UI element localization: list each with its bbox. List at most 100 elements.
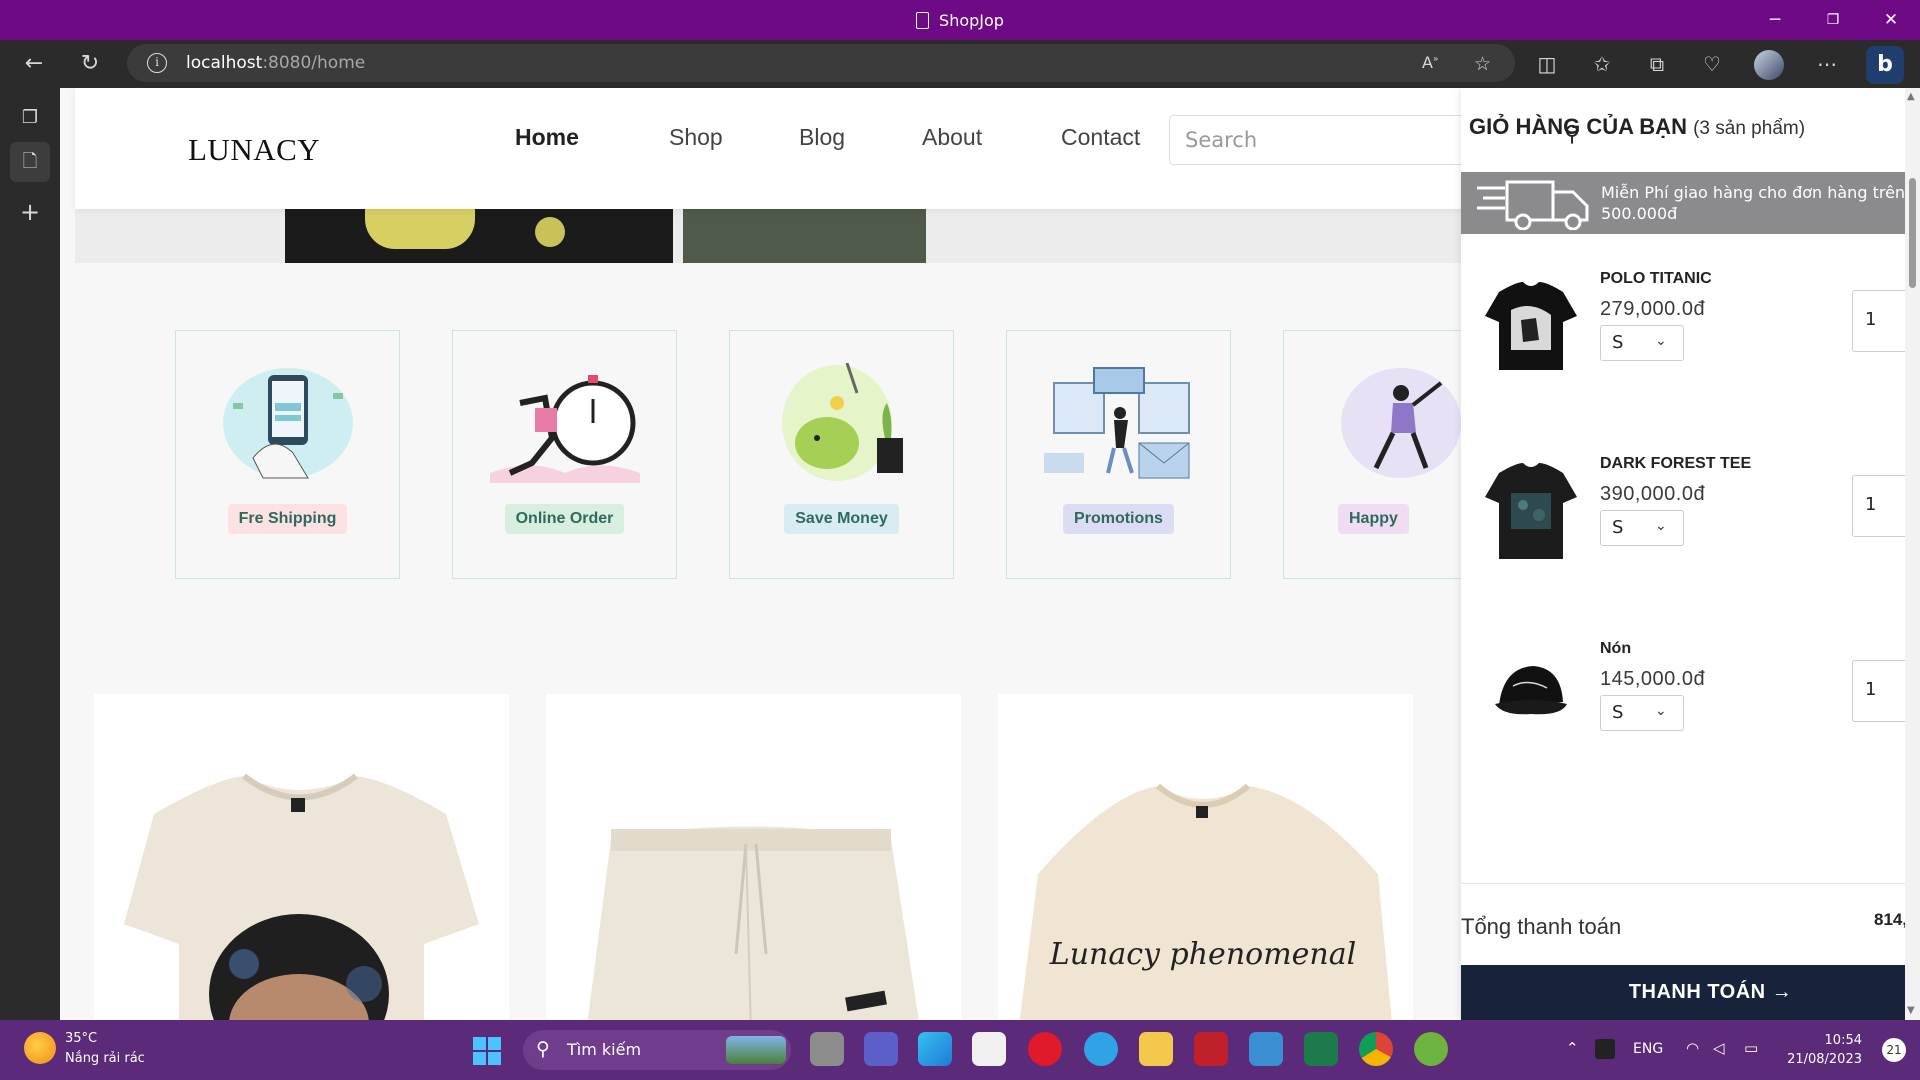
scrollbar-thumb[interactable] — [1909, 178, 1916, 288]
search-input[interactable]: Search — [1169, 115, 1499, 165]
feature-card-save-money[interactable]: Save Money — [729, 330, 954, 579]
scroll-up-arrow-icon[interactable]: ▲ — [1907, 91, 1915, 102]
taskbar-search[interactable]: ⚲ Tìm kiếm — [523, 1030, 791, 1070]
file-explorer-icon[interactable] — [1139, 1032, 1173, 1066]
weather-icon[interactable] — [24, 1032, 56, 1064]
cart-item-name: Nón — [1600, 640, 1632, 657]
search-icon: ⚲ — [536, 1038, 550, 1060]
arrow-right-icon: → — [1771, 981, 1793, 1003]
mcafee-icon[interactable] — [1194, 1032, 1228, 1066]
hero-banner — [75, 209, 1465, 263]
nav-blog[interactable]: Blog — [799, 124, 845, 151]
feature-label: Promotions — [1063, 504, 1174, 534]
feature-card-online-order[interactable]: Online Order — [452, 330, 677, 579]
messenger-icon[interactable] — [1084, 1032, 1118, 1066]
page-viewport: LUNACY Home Shop Blog About Contact Sear… — [60, 88, 1920, 1020]
favorite-star-icon[interactable]: ☆ — [1474, 53, 1491, 75]
size-select[interactable]: S ⌄ — [1600, 695, 1684, 731]
cart-item-price: 390,000.0đ — [1600, 483, 1706, 505]
chrome-icon[interactable] — [1359, 1032, 1393, 1066]
free-shipping-banner: Miễn Phí giao hàng cho đơn hàng trên 500.… — [1461, 172, 1920, 234]
feature-card-promotions[interactable]: Promotions — [1006, 330, 1231, 579]
tab-actions-icon[interactable]: ❐ — [10, 98, 50, 138]
delivery-truck-icon — [1477, 180, 1589, 230]
chevron-down-icon: ⌄ — [1655, 518, 1667, 534]
tray-app-icon[interactable] — [1595, 1039, 1615, 1059]
feature-label: Fre Shipping — [227, 504, 348, 534]
battery-icon[interactable]: ▭ — [1744, 1039, 1758, 1057]
spring-tool-icon[interactable] — [1414, 1032, 1448, 1066]
language-indicator[interactable]: ENG — [1633, 1041, 1663, 1057]
weather-description[interactable]: Nắng rải rác — [65, 1051, 145, 1066]
wifi-icon[interactable]: ◠ — [1686, 1039, 1699, 1057]
url-text[interactable]: localhost:8080/home — [186, 53, 365, 73]
refresh-icon[interactable]: ↻ — [74, 48, 106, 80]
hero-image-right — [683, 209, 926, 263]
product-image-graphic-tee — [124, 773, 479, 1020]
shipping-illustration — [223, 368, 353, 479]
profile-avatar[interactable] — [1754, 50, 1784, 80]
close-window-button[interactable]: ✕ — [1862, 0, 1920, 40]
size-select[interactable]: S ⌄ — [1600, 325, 1684, 361]
cart-item-image — [1485, 282, 1577, 370]
search-highlight-image — [726, 1036, 786, 1064]
checkout-button[interactable]: THANH TOÁN → — [1461, 965, 1920, 1020]
new-tab-plus-icon[interactable]: + — [10, 192, 50, 232]
browser-essentials-icon[interactable]: ♡ — [1696, 48, 1728, 80]
cart-item: DARK FOREST TEE 390,000.0đ S ⌄ 1 — [1461, 455, 1920, 605]
edge-icon[interactable] — [918, 1032, 952, 1066]
piggy-bank-illustration — [782, 363, 903, 481]
product-card[interactable] — [546, 694, 961, 1020]
address-bar[interactable]: i localhost:8080/home A» ☆ — [127, 44, 1515, 82]
app-icon[interactable] — [1249, 1032, 1283, 1066]
site-info-icon[interactable]: i — [147, 53, 167, 73]
nav-home[interactable]: Home — [515, 124, 579, 151]
hero-image-left — [285, 209, 673, 263]
split-screen-icon[interactable]: ◫ — [1531, 48, 1563, 80]
site-logo[interactable]: LUNACY — [188, 132, 320, 168]
quantity-input[interactable]: 1 — [1852, 290, 1908, 352]
product-card[interactable] — [94, 694, 509, 1020]
product-image-lunacy-sweatshirt: Lunacy phenomenal — [1019, 783, 1392, 1020]
app-icon[interactable] — [1304, 1032, 1338, 1066]
search-icon[interactable]: ⚲ — [1564, 122, 1580, 147]
taskbar-clock[interactable]: 10:54 21/08/2023 — [1772, 1031, 1862, 1069]
cart-item-price: 145,000.0đ — [1600, 668, 1706, 690]
window-title: ShopJop — [0, 10, 1920, 30]
teams-icon[interactable] — [864, 1032, 898, 1066]
page-scrollbar[interactable]: ▲ ▼ — [1905, 88, 1920, 1020]
scroll-down-arrow-icon[interactable]: ▼ — [1907, 1005, 1915, 1016]
minimize-button[interactable]: ─ — [1746, 0, 1804, 40]
windows-start-icon[interactable] — [473, 1037, 501, 1065]
more-options-icon[interactable]: ⋯ — [1811, 48, 1843, 80]
tab-shopjop[interactable]: 🗋 — [10, 142, 50, 182]
nav-contact[interactable]: Contact — [1061, 124, 1140, 151]
favorites-icon[interactable]: ✩ — [1586, 48, 1618, 80]
volume-icon[interactable]: ◁ — [1713, 1039, 1725, 1057]
product-print-text: Lunacy phenomenal — [1049, 937, 1356, 972]
cart-item-image — [1495, 666, 1567, 715]
quantity-input[interactable]: 1 — [1852, 475, 1908, 537]
collections-icon[interactable]: ⧉ — [1641, 48, 1673, 80]
product-image-shorts — [587, 826, 919, 1020]
opera-icon[interactable] — [1028, 1032, 1062, 1066]
maximize-button[interactable]: ❐ — [1804, 0, 1862, 40]
size-select[interactable]: S ⌄ — [1600, 510, 1684, 546]
happy-illustration — [1341, 368, 1461, 478]
cart-title: GIỎ HÀNG CỦA BẠN (3 sản phẩm) — [1469, 114, 1806, 139]
shipping-text-line1: Miễn Phí giao hàng cho đơn hàng trên — [1601, 183, 1906, 202]
nav-shop[interactable]: Shop — [669, 124, 723, 151]
back-arrow-icon[interactable]: ← — [18, 48, 50, 80]
task-view-icon[interactable] — [810, 1032, 844, 1066]
weather-temperature[interactable]: 35°C — [65, 1031, 97, 1046]
store-icon[interactable] — [972, 1032, 1006, 1066]
product-card[interactable]: Lunacy phenomenal — [998, 694, 1413, 1020]
bing-copilot-icon[interactable]: b — [1866, 46, 1904, 84]
read-aloud-icon[interactable]: A» — [1422, 53, 1438, 72]
windows-taskbar: 35°C Nắng rải rác ⚲ Tìm kiếm ⌃ ENG ◠ ◁ ▭… — [0, 1020, 1920, 1080]
feature-card-shipping[interactable]: Fre Shipping — [175, 330, 400, 579]
nav-about[interactable]: About — [922, 124, 982, 151]
quantity-input[interactable]: 1 — [1852, 660, 1908, 722]
notification-badge[interactable]: 21 — [1882, 1038, 1906, 1062]
chevron-up-icon[interactable]: ⌃ — [1566, 1039, 1579, 1057]
